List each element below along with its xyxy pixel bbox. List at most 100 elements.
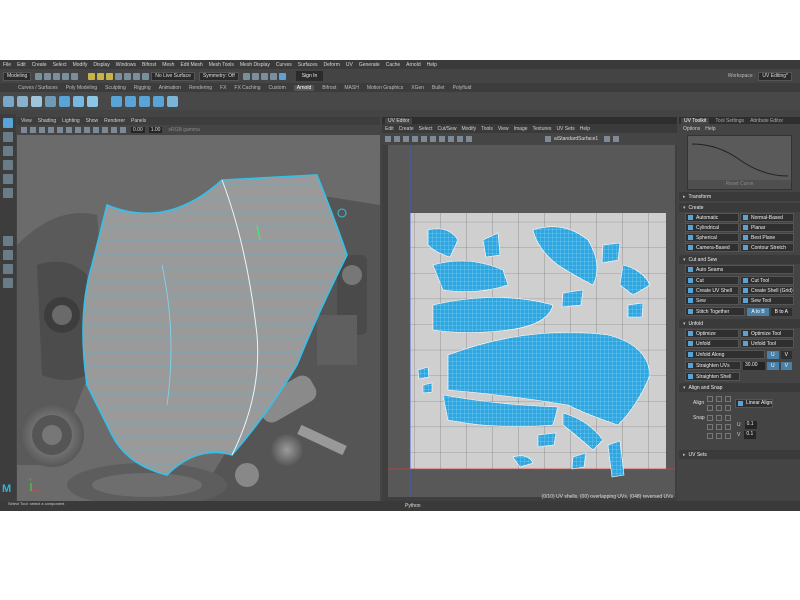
- shelf-tab-bullet[interactable]: Bullet: [432, 85, 445, 91]
- menu-arnold[interactable]: Arnold: [406, 62, 420, 68]
- lights-icon[interactable]: [75, 127, 81, 133]
- uv-rotate-icon[interactable]: [403, 136, 409, 142]
- stitch-a-to-b-button[interactable]: A to B: [747, 307, 769, 316]
- shelf-tab-polyfluid[interactable]: Polyfluid: [453, 85, 472, 91]
- textured-icon[interactable]: [66, 127, 72, 133]
- create-shell-grid-button[interactable]: Create Shell (Grid): [740, 286, 794, 295]
- render-settings-icon[interactable]: [269, 72, 277, 80]
- toolkit-menu-help[interactable]: Help: [705, 126, 715, 132]
- command-line[interactable]: Python: [0, 501, 800, 511]
- shadows-icon[interactable]: [84, 127, 90, 133]
- far-clip-field[interactable]: 1.00: [148, 127, 163, 133]
- planar-button[interactable]: Planar: [740, 223, 794, 232]
- menu-help[interactable]: Help: [427, 62, 437, 68]
- uv-menu-image[interactable]: Image: [514, 126, 528, 132]
- shelf-tab-curves-surfaces[interactable]: Curves / Surfaces: [18, 85, 58, 91]
- unfold-u-button[interactable]: U: [767, 350, 779, 359]
- uv-grid-icon[interactable]: [412, 136, 418, 142]
- menu-mesh-display[interactable]: Mesh Display: [240, 62, 270, 68]
- shelf-icon-7[interactable]: [87, 95, 98, 107]
- symmetry-dropdown[interactable]: Symmetry: Off: [198, 71, 239, 81]
- auto-seams-button[interactable]: Auto Seams: [685, 265, 794, 274]
- menu-surfaces[interactable]: Surfaces: [298, 62, 318, 68]
- sign-in-button[interactable]: Sign In: [295, 71, 324, 81]
- ao-icon[interactable]: [93, 127, 99, 133]
- normal-based-button[interactable]: Normal-Based: [740, 213, 794, 222]
- straighten-v-button[interactable]: V: [780, 361, 792, 370]
- viewport-menu-show[interactable]: Show: [86, 118, 99, 124]
- open-scene-icon[interactable]: [44, 72, 52, 80]
- uv-distortion-icon[interactable]: [430, 136, 436, 142]
- xray-icon[interactable]: [111, 127, 117, 133]
- snap-u-field[interactable]: 0.1: [744, 421, 757, 429]
- shelf-tab-motion-graphics[interactable]: Motion Graphics: [367, 85, 403, 91]
- shelf-tab-rigging[interactable]: Rigging: [134, 85, 151, 91]
- uv-checker-icon[interactable]: [439, 136, 445, 142]
- tab-attribute-editor[interactable]: Attribute Editor: [750, 118, 783, 124]
- move-tool-icon[interactable]: [3, 160, 13, 170]
- section-cut-and-sew[interactable]: Cut and Sew: [679, 255, 800, 264]
- mode-dropdown[interactable]: Modeling: [3, 71, 32, 81]
- menu-edit[interactable]: Edit: [17, 62, 26, 68]
- menu-create[interactable]: Create: [32, 62, 47, 68]
- stitch-together-button[interactable]: Stitch Together: [685, 307, 746, 316]
- tab-tool-settings[interactable]: Tool Settings: [715, 118, 744, 124]
- menu-deform[interactable]: Deform: [323, 62, 339, 68]
- menu-display[interactable]: Display: [93, 62, 109, 68]
- script-language-label[interactable]: Python: [405, 503, 421, 509]
- viewport-menu-lighting[interactable]: Lighting: [62, 118, 80, 124]
- straighten-shell-button[interactable]: Straighten Shell: [685, 372, 740, 381]
- menu-file[interactable]: File: [3, 62, 11, 68]
- menu-modify[interactable]: Modify: [73, 62, 88, 68]
- layout-four-icon[interactable]: [3, 250, 13, 260]
- section-unfold[interactable]: Unfold: [679, 319, 800, 328]
- cylindrical-button[interactable]: Cylindrical: [685, 223, 739, 232]
- layout-single-icon[interactable]: [3, 236, 13, 246]
- near-clip-field[interactable]: 0.00: [131, 127, 145, 133]
- sew-tool-button[interactable]: Sew Tool: [740, 296, 794, 305]
- uv-menu-create[interactable]: Create: [399, 126, 414, 132]
- shelf-icon-8[interactable]: [111, 95, 122, 107]
- scale-tool-icon[interactable]: [3, 188, 13, 198]
- uv-shade-icon[interactable]: [421, 136, 427, 142]
- grid-icon[interactable]: [39, 127, 45, 133]
- optimize-button[interactable]: Optimize: [685, 329, 739, 338]
- menu-mesh-tools[interactable]: Mesh Tools: [209, 62, 234, 68]
- save-scene-icon[interactable]: [53, 72, 61, 80]
- uv-move-icon[interactable]: [394, 136, 400, 142]
- uv-menu-textures[interactable]: Textures: [533, 126, 552, 132]
- viewport-menu-view[interactable]: View: [21, 118, 32, 124]
- texture-icon[interactable]: [545, 136, 551, 142]
- texture-dropdown[interactable]: aiStandardSurface1: [554, 136, 598, 142]
- uv-menu-modify[interactable]: Modify: [461, 126, 476, 132]
- automatic-button[interactable]: Automatic: [685, 213, 739, 222]
- toolkit-menu-options[interactable]: Options: [683, 126, 700, 132]
- uv-dim-icon[interactable]: [466, 136, 472, 142]
- straighten-angle-field[interactable]: 30.00: [743, 361, 766, 370]
- exposure-icon[interactable]: [604, 136, 611, 142]
- unfold-button[interactable]: Unfold: [685, 339, 739, 348]
- cut-tool-button[interactable]: Cut Tool: [740, 276, 794, 285]
- viewport-menu-panels[interactable]: Panels: [131, 118, 146, 124]
- shelf-tab-poly-modeling[interactable]: Poly Modeling: [66, 85, 97, 91]
- straighten-u-button[interactable]: U: [767, 361, 779, 370]
- shelf-icon-5[interactable]: [59, 95, 70, 107]
- live-surface-dropdown[interactable]: No Live Surface: [151, 71, 195, 81]
- shelf-tab-fx-caching[interactable]: FX Caching: [234, 85, 260, 91]
- history-icon[interactable]: [242, 72, 250, 80]
- shelf-icon-3[interactable]: [31, 95, 42, 107]
- section-align-and-snap[interactable]: Align and Snap: [679, 383, 800, 392]
- rotate-tool-icon[interactable]: [3, 174, 13, 184]
- snap-curve-icon[interactable]: [124, 72, 132, 80]
- shelf-icon-12[interactable]: [167, 95, 178, 107]
- layout-side-icon[interactable]: [3, 264, 13, 274]
- uv-canvas[interactable]: [388, 145, 675, 497]
- shelf-tab-xgen[interactable]: XGen: [411, 85, 424, 91]
- cut-button[interactable]: Cut: [685, 276, 739, 285]
- uv-editor-tab[interactable]: UV Editor: [382, 117, 677, 124]
- tab-uv-toolkit[interactable]: UV Toolkit: [681, 117, 710, 124]
- align-grid[interactable]: [707, 395, 731, 411]
- shelf-icon-6[interactable]: [73, 95, 84, 107]
- section-create[interactable]: Create: [679, 203, 800, 212]
- menu-mesh[interactable]: Mesh: [162, 62, 174, 68]
